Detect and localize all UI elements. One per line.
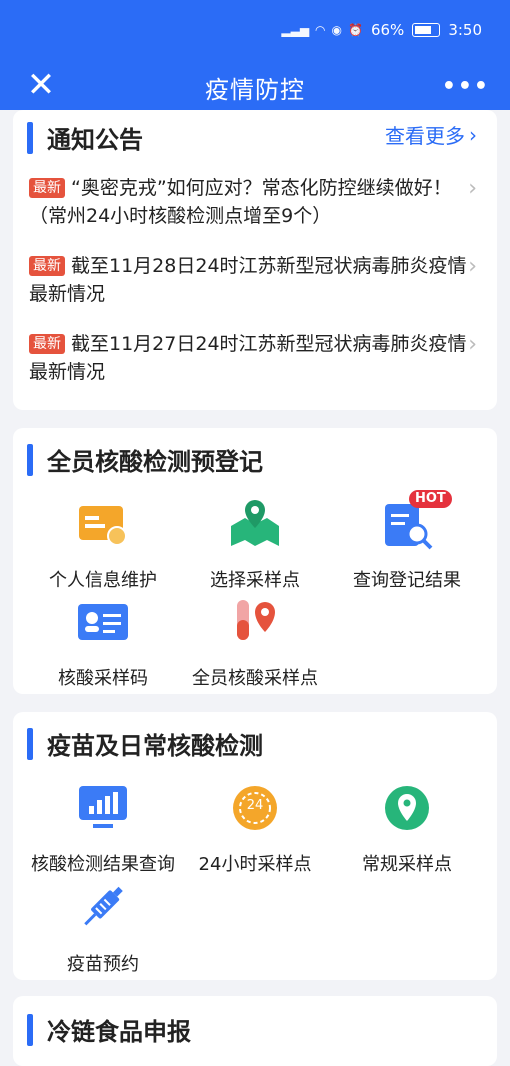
cold-chain-header: 冷链食品申报 (27, 1012, 191, 1047)
alarm-icon: ⏰ (348, 23, 363, 37)
news-title: “奥密克戎”如何应对？常态化防控继续做好！（常州24小时核酸检测点增至9个） (29, 177, 452, 227)
wifi-icon: ◠ (315, 23, 326, 37)
signal-icon: ▂▃▅ (281, 23, 310, 37)
registration-card: 全员核酸检测预登记 个人信息维护 选择采样点 HOT 查询登记结果 核酸采样码 … (13, 428, 497, 694)
item-label: 个人信息维护 (49, 570, 157, 591)
battery-icon (412, 23, 441, 37)
view-more-link[interactable]: 查看更多 › (385, 120, 477, 149)
id-card-icon (75, 594, 131, 650)
section-title: 全员核酸检测预登记 (47, 448, 263, 476)
new-badge: 最新 (29, 256, 65, 276)
news-item[interactable]: 最新 截至11月27日24时江苏新型冠状病毒肺炎疫情最新情况 (29, 330, 469, 386)
title-bar: ✕ 疫情防控 ••• (0, 60, 510, 110)
personal-info-button[interactable]: 个人信息维护 (23, 496, 183, 592)
vaccine-card: 疫苗及日常核酸检测 核酸检测结果查询 24 24小时采样点 常规采样点 疫苗预约 (13, 712, 497, 980)
all-staff-site-button[interactable]: 全员核酸采样点 (175, 594, 335, 690)
section-title: 疫苗及日常核酸检测 (47, 732, 263, 760)
new-badge: 最新 (29, 334, 65, 354)
id-card-wrench-icon (75, 496, 131, 552)
select-site-button[interactable]: 选择采样点 (175, 496, 335, 592)
section-accent-bar (27, 1013, 33, 1046)
item-label: 常规采样点 (362, 854, 452, 875)
result-query-button[interactable]: 核酸检测结果查询 (23, 780, 183, 876)
chevron-right-icon: › (468, 332, 477, 357)
chevron-right-icon: › (468, 176, 477, 201)
notice-header: 通知公告 (27, 120, 143, 155)
hot-badge: HOT (409, 490, 452, 508)
news-title: 截至11月27日24时江苏新型冠状病毒肺炎疫情最新情况 (29, 333, 467, 383)
item-label: 查询登记结果 (353, 570, 461, 591)
page-title: 疫情防控 (205, 76, 305, 104)
vaccine-booking-button[interactable]: 疫苗预约 (23, 880, 183, 976)
eye-icon: ◉ (331, 23, 343, 37)
cold-chain-card: 冷链食品申报 (13, 996, 497, 1066)
site-24h-button[interactable]: 24 24小时采样点 (175, 780, 335, 876)
registration-header: 全员核酸检测预登记 (27, 442, 263, 477)
notice-card: 通知公告 查看更多 › 最新 “奥密克戎”如何应对？常态化防控继续做好！（常州24… (13, 110, 497, 410)
view-more-label: 查看更多 (385, 124, 465, 148)
news-item[interactable]: 最新 “奥密克戎”如何应对？常态化防控继续做好！（常州24小时核酸检测点增至9个） (29, 174, 469, 230)
item-label: 核酸检测结果查询 (31, 854, 175, 875)
more-icon[interactable]: ••• (442, 74, 490, 99)
location-pin-icon (379, 780, 435, 836)
vaccine-header: 疫苗及日常核酸检测 (27, 726, 263, 761)
battery-percent: 66% (370, 21, 405, 39)
query-result-button[interactable]: HOT 查询登记结果 (327, 490, 487, 592)
monitor-chart-icon (75, 780, 131, 836)
section-title: 冷链食品申报 (47, 1018, 191, 1046)
item-label: 24小时采样点 (198, 854, 312, 875)
syringe-icon (75, 880, 131, 936)
new-badge: 最新 (29, 178, 65, 198)
doc-search-icon: HOT (379, 490, 452, 552)
section-accent-bar (27, 727, 33, 760)
news-title: 截至11月28日24时江苏新型冠状病毒肺炎疫情最新情况 (29, 255, 467, 305)
section-accent-bar (27, 121, 33, 154)
nucleic-code-button[interactable]: 核酸采样码 (23, 594, 183, 690)
chevron-right-icon: › (469, 122, 477, 147)
section-accent-bar (27, 443, 33, 476)
item-label: 疫苗预约 (67, 954, 139, 975)
chevron-right-icon: › (468, 254, 477, 279)
news-item[interactable]: 最新 截至11月28日24时江苏新型冠状病毒肺炎疫情最新情况 (29, 252, 469, 308)
item-label: 选择采样点 (210, 570, 300, 591)
clock-time: 3:50 (448, 21, 482, 39)
map-pin-icon (227, 496, 283, 552)
status-icons: ▂▃▅ ◠ ◉ ⏰ (281, 23, 363, 37)
item-label: 全员核酸采样点 (192, 668, 318, 689)
item-label: 核酸采样码 (58, 668, 148, 689)
clock-24-icon: 24 (227, 780, 283, 836)
section-title: 通知公告 (47, 126, 143, 154)
regular-site-button[interactable]: 常规采样点 (327, 780, 487, 876)
status-bar: ▂▃▅ ◠ ◉ ⏰ 66% 3:50 (0, 0, 510, 60)
clock-label: 24 (246, 798, 264, 813)
test-tube-pin-icon (227, 594, 283, 650)
